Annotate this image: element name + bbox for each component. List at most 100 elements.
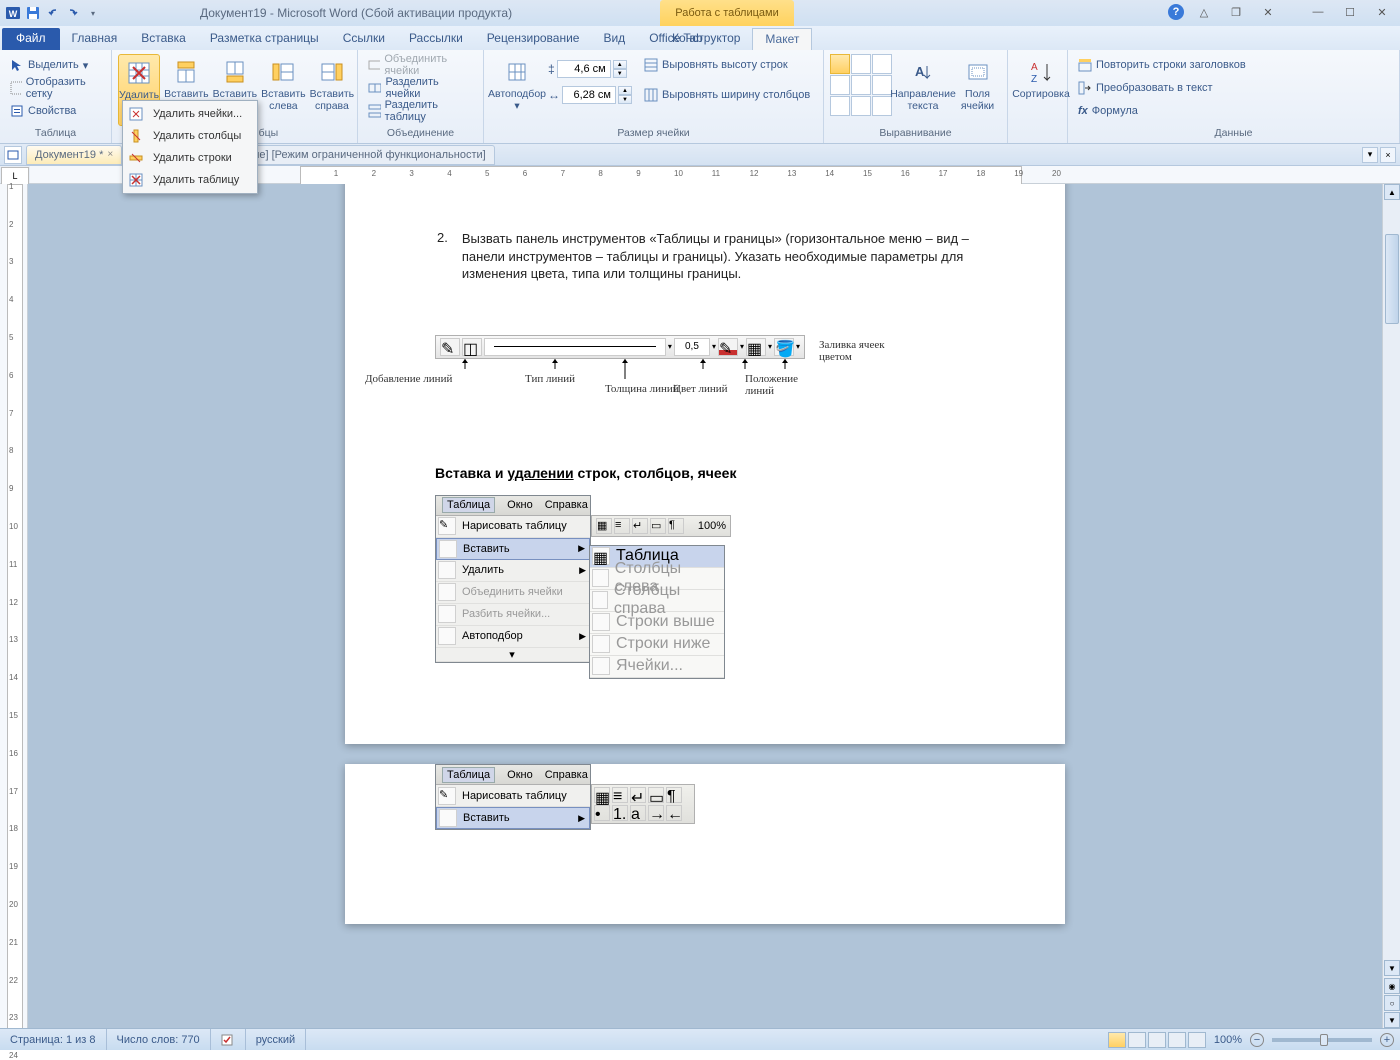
distribute-cols-button[interactable]: Выровнять ширину столбцов bbox=[640, 84, 814, 106]
formula-button[interactable]: fxФормула bbox=[1074, 100, 1250, 122]
width-down[interactable]: ▼ bbox=[618, 95, 632, 104]
delete-cols-item[interactable]: Удалить столбцы bbox=[125, 125, 255, 147]
align-tr[interactable] bbox=[872, 54, 892, 74]
delete-cells-item[interactable]: Удалить ячейки... bbox=[125, 103, 255, 125]
properties-button[interactable]: Свойства bbox=[6, 100, 105, 122]
workspace: 123456789101112131415161718192021222324 … bbox=[0, 184, 1400, 1028]
language-status[interactable]: русский bbox=[246, 1029, 306, 1050]
references-tab[interactable]: Ссылки bbox=[331, 28, 397, 50]
alignment-grid[interactable] bbox=[830, 54, 892, 116]
zoom-out-button[interactable]: − bbox=[1250, 1033, 1264, 1047]
mailings-tab[interactable]: Рассылки bbox=[397, 28, 475, 50]
minimize-button[interactable]: — bbox=[1306, 4, 1330, 20]
align-mr[interactable] bbox=[872, 75, 892, 95]
diag-fill-icon: 🪣 bbox=[774, 338, 794, 356]
sort-button[interactable]: AZСортировка bbox=[1014, 54, 1068, 126]
delete-table-item[interactable]: Удалить таблицу bbox=[125, 169, 255, 191]
height-up[interactable]: ▲ bbox=[613, 60, 627, 69]
insert-tab[interactable]: Вставка bbox=[129, 28, 198, 50]
group-table-label: Таблица bbox=[6, 127, 105, 141]
outline-view[interactable] bbox=[1168, 1032, 1186, 1048]
zoom-level[interactable]: 100% bbox=[1214, 1034, 1242, 1046]
page-layout-tab[interactable]: Разметка страницы bbox=[198, 28, 331, 50]
scroll-thumb[interactable] bbox=[1385, 234, 1399, 324]
prev-page-icon[interactable]: ◉ bbox=[1384, 978, 1400, 994]
cell-margins-button[interactable]: Поля ячейки bbox=[954, 54, 1001, 126]
insert-left-button[interactable]: Вставить слева bbox=[261, 54, 306, 126]
page-2: ТаблицаОкноСправка ✎Нарисовать таблицу В… bbox=[345, 764, 1065, 924]
col-width-input[interactable]: ↔ ▲▼ bbox=[548, 86, 632, 104]
convert-to-text-button[interactable]: Преобразовать в текст bbox=[1074, 77, 1250, 99]
distribute-rows-button[interactable]: Выровнять высоту строк bbox=[640, 54, 814, 76]
save-icon[interactable] bbox=[24, 4, 42, 22]
insert-right-button[interactable]: Вставить справа bbox=[310, 54, 355, 126]
maximize-button[interactable]: ☐ bbox=[1338, 4, 1362, 20]
help-icon[interactable]: ? bbox=[1168, 4, 1184, 20]
print-layout-view[interactable] bbox=[1108, 1032, 1126, 1048]
qat-dropdown-icon[interactable]: ▾ bbox=[84, 4, 102, 22]
undo-icon[interactable] bbox=[44, 4, 62, 22]
doc-tabs-icon[interactable] bbox=[4, 146, 22, 164]
doc-close-icon[interactable]: ✕ bbox=[1256, 4, 1280, 20]
word-icon: W bbox=[4, 4, 22, 22]
diag-weight: 0,5 bbox=[674, 338, 710, 356]
delete-rows-item[interactable]: Удалить строки bbox=[125, 147, 255, 169]
select-button[interactable]: Выделить ▾ bbox=[6, 54, 105, 76]
draft-view[interactable] bbox=[1188, 1032, 1206, 1048]
web-view[interactable] bbox=[1148, 1032, 1166, 1048]
align-bc[interactable] bbox=[851, 96, 871, 116]
delete-rows-icon bbox=[127, 149, 145, 167]
vertical-scrollbar[interactable]: ▲ ▼ ◉ ○ ▼ bbox=[1382, 184, 1400, 1028]
align-mc[interactable] bbox=[851, 75, 871, 95]
close-button[interactable]: ✕ bbox=[1370, 4, 1394, 20]
scroll-up-icon[interactable]: ▲ bbox=[1384, 184, 1400, 200]
title-bar: W ▾ Документ19 - Microsoft Word (Сбой ак… bbox=[0, 0, 1400, 26]
word-count[interactable]: Число слов: 770 bbox=[107, 1029, 211, 1050]
redo-icon[interactable] bbox=[64, 4, 82, 22]
align-tl[interactable] bbox=[830, 54, 850, 74]
ribbon-minimize-icon[interactable]: △ bbox=[1192, 4, 1216, 20]
split-table-button[interactable]: Разделить таблицу bbox=[364, 100, 477, 122]
tabs-dropdown[interactable]: ▾ bbox=[1362, 147, 1378, 163]
table-layout-tab[interactable]: Макет bbox=[752, 28, 812, 50]
width-up[interactable]: ▲ bbox=[618, 86, 632, 95]
next-page-icon[interactable]: ▼ bbox=[1384, 1012, 1400, 1028]
align-br[interactable] bbox=[872, 96, 892, 116]
view-gridlines-button[interactable]: Отобразить сетку bbox=[6, 77, 105, 99]
doc-restore-icon[interactable]: ❐ bbox=[1224, 4, 1248, 20]
split-cells-button[interactable]: Разделить ячейки bbox=[364, 77, 477, 99]
svg-text:A: A bbox=[1031, 62, 1038, 73]
delete-table-icon bbox=[125, 59, 153, 87]
browse-object-icon[interactable]: ○ bbox=[1384, 995, 1400, 1011]
zoom-thumb[interactable] bbox=[1320, 1034, 1328, 1046]
reading-view[interactable] bbox=[1128, 1032, 1146, 1048]
zoom-in-button[interactable]: + bbox=[1380, 1033, 1394, 1047]
align-tc[interactable] bbox=[851, 54, 871, 74]
align-bl[interactable] bbox=[830, 96, 850, 116]
tabs-close-all[interactable]: × bbox=[1380, 147, 1396, 163]
tab-selector[interactable]: L bbox=[1, 167, 29, 185]
view-tab[interactable]: Вид bbox=[591, 28, 637, 50]
group-merge-label: Объединение bbox=[364, 127, 477, 141]
file-tab[interactable]: Файл bbox=[2, 28, 60, 50]
close-icon[interactable]: × bbox=[107, 149, 113, 160]
doc-tab-active[interactable]: Документ19 *× bbox=[26, 145, 122, 165]
repeat-header-button[interactable]: Повторить строки заголовков bbox=[1074, 54, 1250, 76]
status-bar: Страница: 1 из 8 Число слов: 770 русский… bbox=[0, 1028, 1400, 1050]
row-height-input[interactable]: ‡ ▲▼ bbox=[548, 60, 632, 78]
table-design-tab[interactable]: Конструктор bbox=[660, 28, 752, 50]
diag-draw-icon: ✎ bbox=[440, 338, 460, 356]
proofing-icon[interactable] bbox=[211, 1029, 246, 1050]
home-tab[interactable]: Главная bbox=[60, 28, 130, 50]
autofit-button[interactable]: Автоподбор▾ bbox=[490, 54, 544, 126]
text-direction-button[interactable]: AНаправление текста bbox=[896, 54, 950, 126]
zoom-slider[interactable] bbox=[1272, 1038, 1372, 1042]
align-ml[interactable] bbox=[830, 75, 850, 95]
group-align-label: Выравнивание bbox=[830, 127, 1001, 141]
review-tab[interactable]: Рецензирование bbox=[475, 28, 592, 50]
page-status[interactable]: Страница: 1 из 8 bbox=[0, 1029, 107, 1050]
scroll-down-icon[interactable]: ▼ bbox=[1384, 960, 1400, 976]
height-down[interactable]: ▼ bbox=[613, 69, 627, 78]
vertical-ruler[interactable]: 123456789101112131415161718192021222324 bbox=[0, 184, 28, 1028]
document-area[interactable]: ▦▢▭▯▫╲≡ ╋━┃┏┛╱ 2.Вызвать панель инструме… bbox=[28, 184, 1382, 1028]
